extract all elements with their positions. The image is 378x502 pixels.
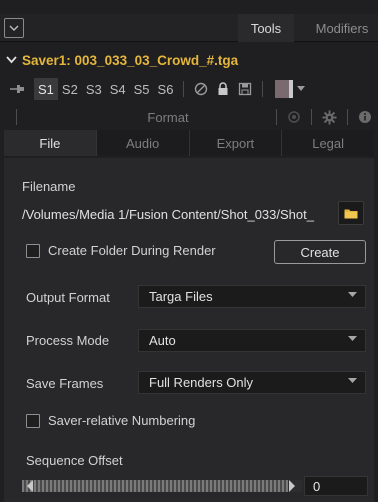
folder-icon — [344, 209, 358, 218]
divider — [347, 109, 348, 125]
save-frames-value: Full Renders Only — [149, 375, 254, 390]
pin-icon[interactable] — [0, 76, 34, 102]
output-format-value: Targa Files — [149, 289, 213, 304]
create-folder-checkbox[interactable] — [26, 244, 40, 258]
format-icons — [276, 106, 372, 128]
tab-legal[interactable]: Legal — [282, 130, 374, 156]
expand-chevron-icon[interactable] — [0, 48, 22, 72]
chevron-down-icon — [9, 25, 19, 31]
version-button-s2[interactable]: S2 — [58, 78, 82, 100]
process-mode-select[interactable]: Auto — [138, 329, 366, 352]
color-swatch[interactable] — [275, 80, 294, 98]
saver-numbering-label: Saver-relative Numbering — [48, 413, 196, 428]
tab-tools[interactable]: Tools — [238, 14, 294, 42]
create-folder-label: Create Folder During Render — [48, 243, 216, 258]
tab-file[interactable]: File — [4, 130, 97, 156]
gear-icon[interactable] — [322, 109, 337, 125]
disable-icon[interactable] — [190, 78, 212, 100]
process-mode-value: Auto — [149, 333, 176, 348]
filename-field[interactable]: /Volumes/Media 1/Fusion Content/Shot_033… — [22, 203, 334, 225]
version-button-s1[interactable]: S1 — [34, 78, 58, 100]
node-title: Saver1: 003_033_03_Crowd_#.tga — [22, 52, 239, 68]
tab-audio[interactable]: Audio — [96, 130, 190, 156]
node-header[interactable]: Saver1: 003_033_03_Crowd_#.tga — [0, 48, 378, 72]
sequence-offset-label: Sequence Offset — [26, 453, 123, 468]
divider — [183, 81, 185, 97]
version-button-s6[interactable]: S6 — [154, 78, 178, 100]
slider-right-arrow-icon[interactable] — [288, 479, 296, 493]
file-tab-panel: Filename /Volumes/Media 1/Fusion Content… — [4, 158, 374, 502]
sequence-offset-slider[interactable] — [22, 480, 302, 492]
version-button-s3[interactable]: S3 — [82, 78, 106, 100]
collapse-toggle[interactable] — [4, 18, 24, 38]
filename-label: Filename — [22, 179, 76, 194]
tab-export[interactable]: Export — [189, 130, 283, 156]
process-mode-label: Process Mode — [26, 333, 110, 348]
version-button-s5[interactable]: S5 — [130, 78, 154, 100]
tab-modifiers[interactable]: Modifiers — [306, 14, 378, 42]
cache-icon[interactable] — [234, 78, 256, 100]
inspector-tabstrip: Tools Modifiers — [0, 14, 378, 42]
output-format-label: Output Format — [26, 290, 110, 305]
inspector-panel: Tools Modifiers Saver1: 003_033_03_Crowd… — [0, 0, 378, 502]
lock-icon[interactable] — [212, 78, 234, 100]
chevron-down-icon — [348, 336, 357, 341]
format-subtabs: File Audio Export Legal — [4, 130, 374, 156]
saver-numbering-checkbox[interactable] — [26, 414, 40, 428]
dropdown-arrow-icon[interactable] — [297, 86, 306, 92]
output-format-select[interactable]: Targa Files — [138, 285, 366, 308]
divider — [16, 109, 17, 125]
divider — [262, 81, 264, 97]
browse-folder-button[interactable] — [338, 201, 364, 225]
sequence-offset-input[interactable]: 0 — [304, 476, 368, 496]
version-button-s4[interactable]: S4 — [106, 78, 130, 100]
view-icon[interactable] — [287, 110, 301, 124]
divider — [311, 109, 312, 125]
info-icon[interactable] — [358, 110, 372, 124]
format-label: Format — [147, 109, 189, 125]
save-frames-select[interactable]: Full Renders Only — [138, 371, 366, 394]
version-toolbar: S1 S2 S3 S4 S5 S6 — [0, 76, 378, 102]
slider-left-arrow-icon[interactable] — [26, 479, 34, 493]
slider-fill — [22, 480, 288, 492]
chevron-down-icon — [348, 378, 357, 383]
save-frames-label: Save Frames — [26, 376, 104, 391]
chevron-down-icon — [348, 292, 357, 297]
create-button[interactable]: Create — [274, 240, 366, 264]
format-row: Format — [0, 106, 378, 128]
divider — [276, 109, 277, 125]
